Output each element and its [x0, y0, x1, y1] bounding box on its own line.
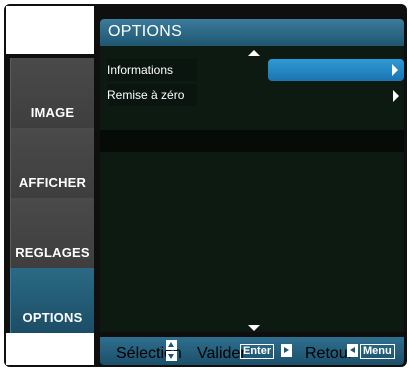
menu-selection-highlight[interactable]	[268, 59, 404, 81]
submenu-arrow-icon	[393, 90, 399, 102]
divider-band	[100, 130, 404, 152]
sidebar-item-image[interactable]: IMAGE	[10, 58, 94, 128]
sidebar-item-options[interactable]: OPTIONS	[10, 268, 94, 333]
menu-item-remise-a-zero[interactable]: Remise à zéro	[107, 84, 197, 106]
corner-blank-bottom	[6, 333, 94, 365]
left-arrow-key-icon	[347, 344, 358, 357]
scroll-down-arrow-icon[interactable]	[248, 325, 260, 331]
scroll-up-arrow-icon[interactable]	[248, 50, 260, 56]
enter-key-label: Enter	[240, 344, 275, 359]
page-header: OPTIONS	[100, 19, 404, 46]
right-arrow-key-icon	[281, 344, 292, 357]
back-hint: Retour	[305, 345, 354, 362]
up-down-icon	[166, 340, 177, 361]
validate-hint: Valider	[197, 345, 246, 362]
sidebar-item-label: REGLAGES	[15, 245, 90, 260]
sidebar-item-label: OPTIONS	[22, 310, 83, 325]
sidebar-item-label: IMAGE	[30, 105, 75, 120]
menu-key-label: Menu	[360, 344, 395, 359]
sidebar-item-label: AFFICHER	[18, 175, 87, 190]
sidebar-item-afficher[interactable]: AFFICHER	[10, 128, 94, 198]
submenu-arrow-icon	[392, 64, 398, 76]
menu-item-informations[interactable]: Informations	[107, 59, 197, 81]
sidebar-item-reglages[interactable]: REGLAGES	[10, 198, 94, 268]
page-title: OPTIONS	[108, 23, 183, 40]
corner-blank-top	[6, 6, 94, 54]
